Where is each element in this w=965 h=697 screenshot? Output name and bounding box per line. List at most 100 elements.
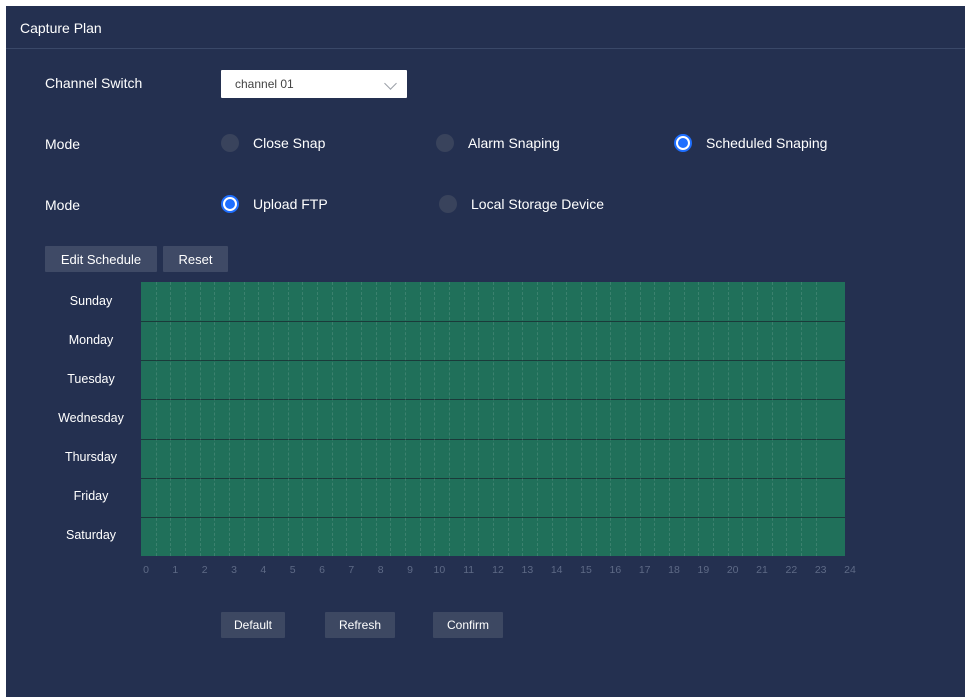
hour-tick-label: 5 [289, 564, 296, 576]
grid-hour-line [816, 282, 817, 556]
grid-hour-line [581, 282, 582, 556]
day-label: Sunday [69, 293, 113, 308]
radio-label: Scheduled Snaping [706, 135, 828, 151]
grid-hour-line [464, 282, 465, 556]
hour-tick-label: 16 [609, 564, 622, 576]
grid-hour-line [596, 282, 597, 556]
radio-label: Close Snap [253, 135, 326, 151]
grid-hour-line [214, 282, 215, 556]
grid-hour-line [757, 282, 758, 556]
default-button[interactable]: Default [221, 612, 285, 638]
grid-hour-line [478, 282, 479, 556]
grid-hour-line [376, 282, 377, 556]
day-label: Tuesday [67, 371, 115, 386]
grid-hour-line [522, 282, 523, 556]
hour-tick-label: 20 [726, 564, 739, 576]
hour-tick-label: 18 [668, 564, 680, 576]
grid-hour-line [244, 282, 245, 556]
grid-hour-line [713, 282, 714, 556]
title-divider [6, 48, 965, 49]
hour-tick-label: 24 [844, 564, 856, 576]
grid-hour-line [156, 282, 157, 556]
grid-hour-line [566, 282, 567, 556]
schedule-grid[interactable] [141, 282, 845, 556]
hour-tick-label: 14 [550, 564, 563, 576]
grid-hour-line [346, 282, 347, 556]
radio-upload-ftp[interactable]: Upload FTP [221, 195, 328, 213]
radio-selected-icon [221, 195, 239, 213]
hour-tick-label: 4 [260, 564, 267, 576]
grid-hour-line [493, 282, 494, 556]
grid-hour-line [317, 282, 318, 556]
page-title: Capture Plan [20, 20, 102, 36]
grid-hour-line [537, 282, 538, 556]
grid-hour-line [801, 282, 802, 556]
radio-scheduled-snaping[interactable]: Scheduled Snaping [674, 134, 827, 152]
grid-hour-line [786, 282, 787, 556]
reset-button[interactable]: Reset [163, 246, 228, 272]
day-label: Saturday [65, 528, 117, 543]
hour-tick-label: 10 [433, 564, 446, 576]
hour-tick-label: 17 [638, 564, 651, 576]
grid-hour-line [698, 282, 699, 556]
channel-select-value: channel 01 [235, 77, 294, 91]
grid-hour-line [552, 282, 553, 556]
hour-tick-label: 8 [377, 564, 384, 576]
grid-hour-line [258, 282, 259, 556]
grid-hour-line [185, 282, 186, 556]
grid-hour-line [420, 282, 421, 556]
hour-tick-label: 3 [231, 564, 237, 576]
radio-label: Local Storage Device [471, 196, 605, 212]
grid-hour-line [654, 282, 655, 556]
radio-label: Alarm Snaping [468, 135, 560, 151]
capture-plan-panel: Capture Plan Channel Switch channel 01 M… [6, 6, 965, 697]
grid-hour-line [669, 282, 670, 556]
hour-tick-label: 9 [407, 564, 413, 576]
grid-hour-line [405, 282, 406, 556]
mode-label-snap: Mode [45, 136, 81, 152]
grid-hour-line [361, 282, 362, 556]
radio-icon [436, 134, 454, 152]
radio-label: Upload FTP [253, 196, 328, 212]
hour-tick-label: 11 [463, 564, 475, 576]
radio-close-snap[interactable]: Close Snap [221, 134, 325, 152]
grid-hour-line [200, 282, 201, 556]
hour-tick-label: 22 [785, 564, 798, 576]
hour-tick-label: 7 [348, 564, 355, 576]
grid-hour-line [610, 282, 611, 556]
hour-tick-label: 0 [143, 564, 149, 576]
hour-tick-label: 23 [814, 564, 827, 576]
hour-tick-label: 6 [319, 564, 325, 576]
channel-select[interactable]: channel 01 [221, 70, 407, 98]
grid-hour-line [302, 282, 303, 556]
hour-tick-label: 13 [521, 564, 534, 576]
grid-hour-line [390, 282, 391, 556]
grid-hour-line [728, 282, 729, 556]
refresh-button[interactable]: Refresh [325, 612, 395, 638]
hour-tick-label: 2 [201, 564, 208, 576]
grid-hour-line [229, 282, 230, 556]
grid-hour-line [273, 282, 274, 556]
hour-tick-label: 12 [492, 564, 504, 576]
hour-tick-label: 15 [580, 564, 592, 576]
mode-label-storage: Mode [45, 197, 81, 213]
edit-schedule-button[interactable]: Edit Schedule [45, 246, 157, 272]
grid-hour-line [434, 282, 435, 556]
day-label: Thursday [64, 450, 118, 465]
grid-hour-line [170, 282, 171, 556]
day-label: Monday [68, 332, 114, 347]
day-label: Wednesday [58, 411, 124, 425]
channel-switch-label: Channel Switch [45, 75, 143, 91]
grid-hour-line [508, 282, 509, 556]
radio-icon [221, 134, 239, 152]
grid-hour-line [640, 282, 641, 556]
grid-hour-line [742, 282, 743, 556]
radio-local-storage[interactable]: Local Storage Device [439, 195, 604, 213]
confirm-button[interactable]: Confirm [433, 612, 503, 638]
hour-tick-label: 1 [172, 564, 179, 576]
grid-hour-line [449, 282, 450, 556]
grid-hour-line [332, 282, 333, 556]
hour-tick-label: 19 [697, 564, 710, 576]
grid-hour-line [684, 282, 685, 556]
radio-alarm-snaping[interactable]: Alarm Snaping [436, 134, 560, 152]
